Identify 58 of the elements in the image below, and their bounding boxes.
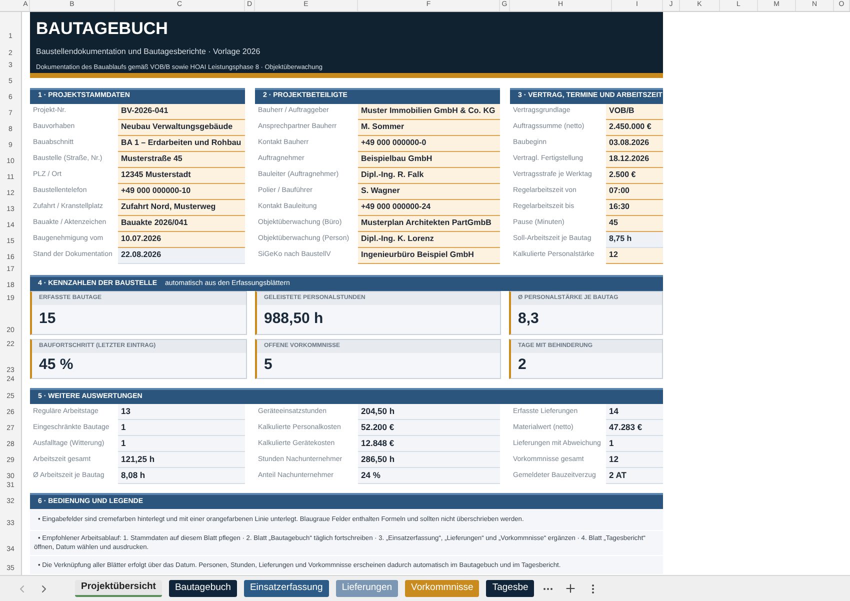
field-value[interactable]: 8,75 h	[606, 232, 663, 248]
field-value[interactable]: M. Sommer	[358, 120, 500, 136]
stat-value: 12.848 €	[358, 436, 500, 452]
field-value[interactable]: Beispielbau GmbH	[358, 152, 500, 168]
field-value[interactable]: Musterplan Architekten PartGmbB	[358, 216, 500, 232]
stat-value: 52.200 €	[358, 420, 500, 436]
stat-value: 14	[606, 404, 663, 420]
field-value[interactable]: Dipl.-Ing. R. Falk	[358, 168, 500, 184]
stat-value: 12	[606, 452, 663, 468]
stat-value: 204,50 h	[358, 404, 500, 420]
field-value[interactable]: VOB/B	[606, 104, 663, 120]
stat-value: 1	[118, 420, 245, 436]
field-value[interactable]: +49 000 000000-10	[118, 184, 245, 200]
field-value[interactable]: S. Wagner	[358, 184, 500, 200]
kpi-value: 15	[39, 309, 56, 330]
stat-value: 286,50 h	[358, 452, 500, 468]
stat-value: 24 %	[358, 468, 500, 484]
field-value[interactable]: BA 1 – Erdarbeiten und Rohbau	[118, 136, 245, 152]
stat-value: 8,08 h	[118, 468, 245, 484]
sheet-tab[interactable]: Bautagebuch	[168, 580, 237, 597]
stat-value: 1	[118, 436, 245, 452]
field-value[interactable]: 12345 Musterstadt	[118, 168, 245, 184]
field-value[interactable]: 2.500 €	[606, 168, 663, 184]
field-value[interactable]: Dipl.-Ing. K. Lorenz	[358, 232, 500, 248]
sheet-tab[interactable]: Einsatzerfassung	[244, 580, 329, 597]
field-value[interactable]: 22.08.2026	[118, 248, 245, 264]
stat-value: 13	[118, 404, 245, 420]
page-title: BAUTAGEBUCH	[36, 20, 168, 37]
field-value[interactable]: Zufahrt Nord, Musterweg	[118, 200, 245, 216]
field-value[interactable]: 10.07.2026	[118, 232, 245, 248]
kpi-value: 2	[518, 355, 526, 376]
field-value[interactable]: Muster Immobilien GmbH & Co. KG	[358, 104, 500, 120]
subtitle: Baustellendokumentation und Bautagesberichte · Vorlage 2026	[36, 46, 260, 58]
kpi-value: 988,50 h	[264, 309, 324, 330]
field-value[interactable]: 2.450.000 €	[606, 120, 663, 136]
field-value[interactable]: Musterstraße 45	[118, 152, 245, 168]
field-value[interactable]: 03.08.2026	[606, 136, 663, 152]
field-value[interactable]: 12	[606, 248, 663, 264]
field-value[interactable]: 18.12.2026	[606, 152, 663, 168]
field-value[interactable]: Bauakte 2026/041	[118, 216, 245, 232]
field-value[interactable]: +49 000 000000-0	[358, 136, 500, 152]
stat-value: 1	[606, 436, 663, 452]
field-value[interactable]: Neubau Verwaltungsgebäude	[118, 120, 245, 136]
sheet-tab[interactable]: Projektübersicht	[75, 580, 162, 597]
field-value[interactable]: 45	[606, 216, 663, 232]
field-value[interactable]: +49 000 000000-24	[358, 200, 500, 216]
kpi-value: 45 %	[39, 355, 74, 376]
field-value[interactable]: 07:00	[606, 184, 663, 200]
field-value[interactable]: 16:30	[606, 200, 663, 216]
kpi-value: 8,3	[518, 309, 539, 330]
stat-value: 47.283 €	[606, 420, 663, 436]
kpi-value: 5	[264, 355, 272, 376]
stat-value: 2 AT	[606, 468, 663, 484]
sheet-tab[interactable]: Tagesbe	[486, 580, 534, 597]
add-sheet-icon[interactable]	[564, 582, 578, 595]
stat-value: 121,25 h	[118, 452, 245, 468]
field-value[interactable]: Ingenieurbüro Beispiel GmbH	[358, 248, 500, 264]
field-value[interactable]: BV-2026-041	[118, 104, 245, 120]
